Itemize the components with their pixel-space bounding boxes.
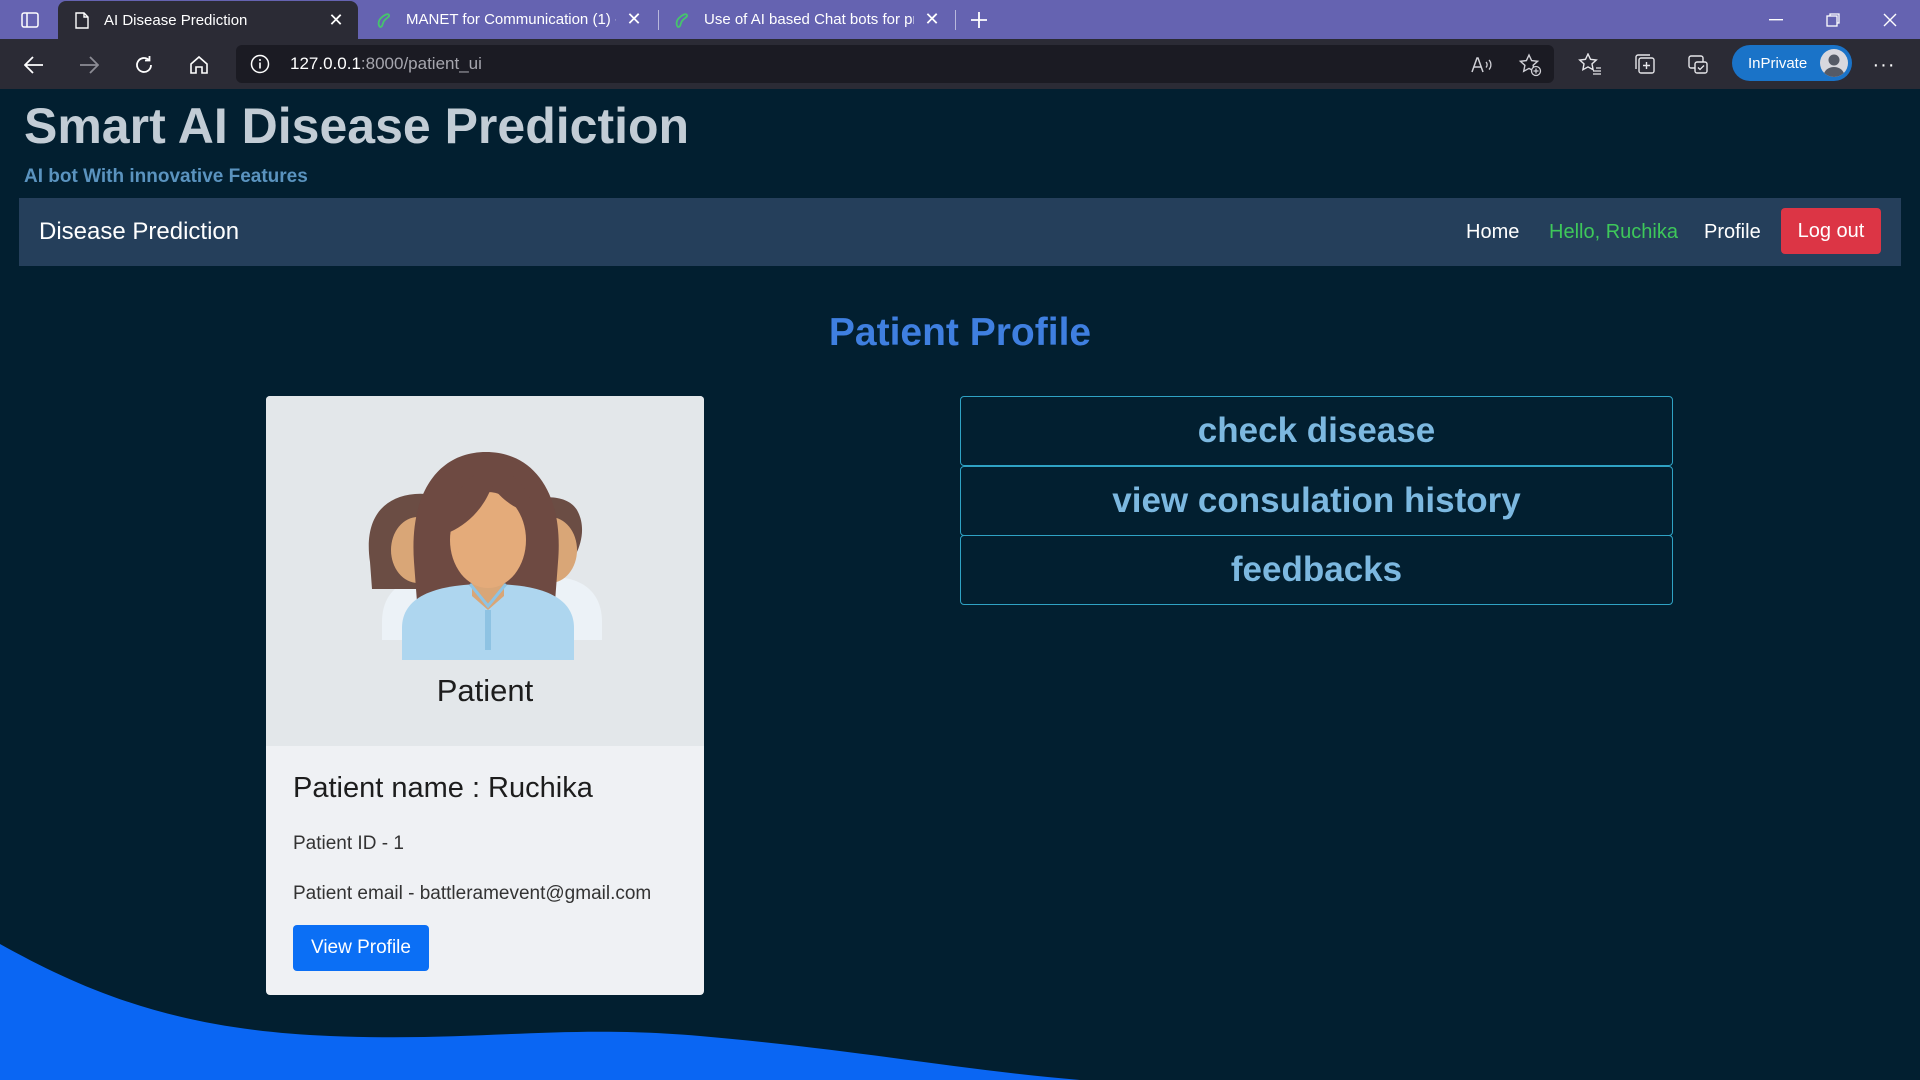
back-icon[interactable] — [18, 49, 50, 81]
minimize-icon[interactable] — [1748, 0, 1804, 39]
check-disease-button[interactable]: check disease — [960, 396, 1673, 466]
url-path: :8000/patient_ui — [360, 54, 482, 73]
home-icon[interactable] — [183, 49, 215, 81]
nav-profile-link[interactable]: Profile — [1704, 221, 1761, 244]
restore-icon[interactable] — [1805, 0, 1861, 39]
site-subtitle: AI bot With innovative Features — [24, 166, 308, 187]
read-aloud-icon[interactable] — [1470, 53, 1494, 77]
browser-tab-bar: AI Disease Prediction ✕ MANET for Commun… — [0, 0, 1920, 39]
web-page: Smart AI Disease Prediction AI bot With … — [0, 89, 1920, 1080]
nav-user-greeting[interactable]: Hello, Ruchika — [1549, 221, 1678, 244]
consultation-history-button[interactable]: view consulation history — [960, 466, 1673, 536]
close-icon[interactable]: ✕ — [922, 9, 942, 30]
more-options-icon[interactable]: ··· — [1868, 51, 1900, 79]
patient-group-icon — [368, 452, 602, 660]
tab-title: Use of AI based Chat bots for pr — [704, 11, 914, 28]
window-close-icon[interactable] — [1862, 0, 1918, 39]
site-info-icon[interactable] — [250, 54, 270, 74]
browser-tab[interactable]: Use of AI based Chat bots for pr ✕ — [658, 0, 954, 39]
copilot-icon — [672, 10, 692, 30]
nav-home-link[interactable]: Home — [1466, 221, 1519, 244]
url-host: 127.0.0.1 — [290, 54, 361, 73]
page-heading: Patient Profile — [828, 311, 1092, 354]
new-tab-icon[interactable] — [966, 7, 992, 33]
navbar: Disease Prediction Home Hello, Ruchika P… — [19, 198, 1901, 266]
patient-id: Patient ID - 1 — [293, 833, 404, 854]
patient-name: Patient name : Ruchika — [293, 772, 593, 804]
collections-icon[interactable] — [1630, 49, 1660, 79]
url-text[interactable]: 127.0.0.1:8000/patient_ui — [290, 54, 482, 74]
browser-essentials-icon[interactable] — [1683, 49, 1713, 79]
address-bar[interactable]: 127.0.0.1:8000/patient_ui — [236, 45, 1554, 83]
feedbacks-button[interactable]: feedbacks — [960, 535, 1673, 605]
address-toolbar: 127.0.0.1:8000/patient_ui InPrivate ··· — [0, 39, 1920, 89]
inprivate-button[interactable]: InPrivate — [1732, 45, 1852, 81]
refresh-icon[interactable] — [128, 49, 160, 81]
copilot-icon — [374, 10, 394, 30]
navbar-brand[interactable]: Disease Prediction — [39, 218, 239, 246]
patient-caption: Patient — [436, 673, 534, 708]
site-title: Smart AI Disease Prediction — [24, 98, 690, 154]
browser-tab-active[interactable]: AI Disease Prediction ✕ — [58, 1, 358, 39]
tab-separator — [955, 10, 956, 30]
profile-avatar-icon — [1820, 49, 1848, 77]
logout-button[interactable]: Log out — [1781, 208, 1881, 254]
tab-actions-icon[interactable] — [18, 9, 42, 31]
forward-icon[interactable] — [73, 49, 105, 81]
patient-card-image-area: Patient — [266, 396, 704, 746]
close-icon[interactable]: ✕ — [326, 10, 346, 30]
tab-title: MANET for Communication (1) - — [406, 11, 616, 28]
close-icon[interactable]: ✕ — [624, 9, 644, 30]
page-icon — [72, 10, 92, 30]
tab-title: AI Disease Prediction — [104, 11, 248, 29]
browser-tab[interactable]: MANET for Communication (1) - ✕ — [360, 0, 656, 39]
patient-email: Patient email - battleramevent@gmail.com — [293, 883, 652, 904]
patient-card: Patient Patient name : Ruchika Patient I… — [266, 396, 704, 995]
inprivate-label: InPrivate — [1748, 54, 1808, 72]
add-favorite-icon[interactable] — [1518, 53, 1542, 77]
decorative-wave — [0, 944, 1080, 1080]
favorites-icon[interactable] — [1575, 49, 1605, 79]
